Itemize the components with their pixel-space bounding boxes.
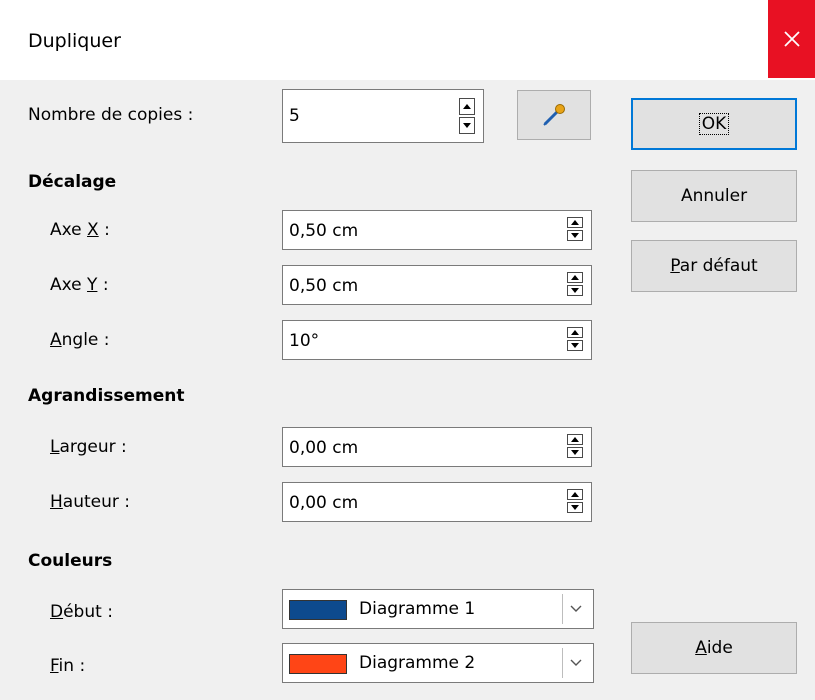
width-spinner[interactable] [567, 434, 585, 460]
width-field[interactable]: 0,00 cm [282, 427, 592, 467]
angle-spinner[interactable] [567, 327, 585, 353]
spin-up-icon[interactable] [567, 489, 583, 500]
copies-spinner[interactable] [459, 98, 477, 136]
height-label: Hauteur : [50, 492, 131, 512]
end-color-value: Diagramme 2 [359, 653, 476, 673]
spin-down-icon[interactable] [567, 502, 583, 513]
width-value: 0,00 cm [289, 438, 359, 458]
default-label: Par défaut [670, 256, 758, 276]
spin-up-icon[interactable] [459, 98, 475, 115]
start-color-value: Diagramme 1 [359, 599, 476, 619]
cancel-label: Annuler [680, 186, 748, 206]
axis-y-label: Axe Y : [50, 275, 109, 295]
height-field[interactable]: 0,00 cm [282, 482, 592, 522]
spin-up-icon[interactable] [567, 272, 583, 283]
colors-heading: Couleurs [28, 551, 113, 571]
title-bar: Dupliquer [0, 0, 815, 80]
ok-label: OK [698, 113, 730, 135]
spin-up-icon[interactable] [567, 434, 583, 445]
enlargement-heading: Agrandissement [28, 386, 185, 406]
chevron-down-icon[interactable] [562, 648, 589, 678]
ok-button[interactable]: OK [631, 98, 797, 150]
axis-y-field[interactable]: 0,50 cm [282, 265, 592, 305]
pick-values-button[interactable] [517, 90, 591, 140]
spin-down-icon[interactable] [567, 340, 583, 351]
end-color-select[interactable]: Diagramme 2 [282, 643, 594, 683]
angle-value: 10° [289, 331, 320, 351]
axis-x-label: Axe X : [50, 220, 110, 240]
start-color-select[interactable]: Diagramme 1 [282, 589, 594, 629]
window-title: Dupliquer [28, 30, 121, 52]
spin-up-icon[interactable] [567, 217, 583, 228]
axis-x-spinner[interactable] [567, 217, 585, 243]
end-color-swatch [289, 654, 347, 674]
copies-value: 5 [289, 106, 300, 126]
offset-heading: Décalage [28, 172, 117, 192]
spin-down-icon[interactable] [459, 117, 475, 134]
axis-x-value: 0,50 cm [289, 221, 359, 241]
copies-field[interactable]: 5 [282, 89, 484, 143]
axis-x-field[interactable]: 0,50 cm [282, 210, 592, 250]
axis-y-spinner[interactable] [567, 272, 585, 298]
default-button[interactable]: Par défaut [631, 240, 797, 292]
angle-field[interactable]: 10° [282, 320, 592, 360]
height-spinner[interactable] [567, 489, 585, 515]
angle-label: Angle : [50, 330, 110, 350]
close-button[interactable] [768, 0, 815, 78]
cancel-button[interactable]: Annuler [631, 170, 797, 222]
chevron-down-icon[interactable] [562, 594, 589, 624]
help-label: Aide [695, 638, 733, 658]
end-color-label: Fin : [50, 656, 86, 676]
help-button[interactable]: Aide [631, 622, 797, 674]
width-label: Largeur : [50, 437, 127, 457]
spin-down-icon[interactable] [567, 230, 583, 241]
spin-down-icon[interactable] [567, 285, 583, 296]
start-color-swatch [289, 600, 347, 620]
close-icon [783, 31, 800, 47]
spin-down-icon[interactable] [567, 447, 583, 458]
spin-up-icon[interactable] [567, 327, 583, 338]
pipette-icon [543, 104, 565, 126]
height-value: 0,00 cm [289, 493, 359, 513]
start-color-label: Début : [50, 602, 113, 622]
copies-label: Nombre de copies : [28, 105, 194, 125]
dialog-content: Nombre de copies : 5 Décalage Axe X : 0,… [0, 80, 815, 700]
axis-y-value: 0,50 cm [289, 276, 359, 296]
